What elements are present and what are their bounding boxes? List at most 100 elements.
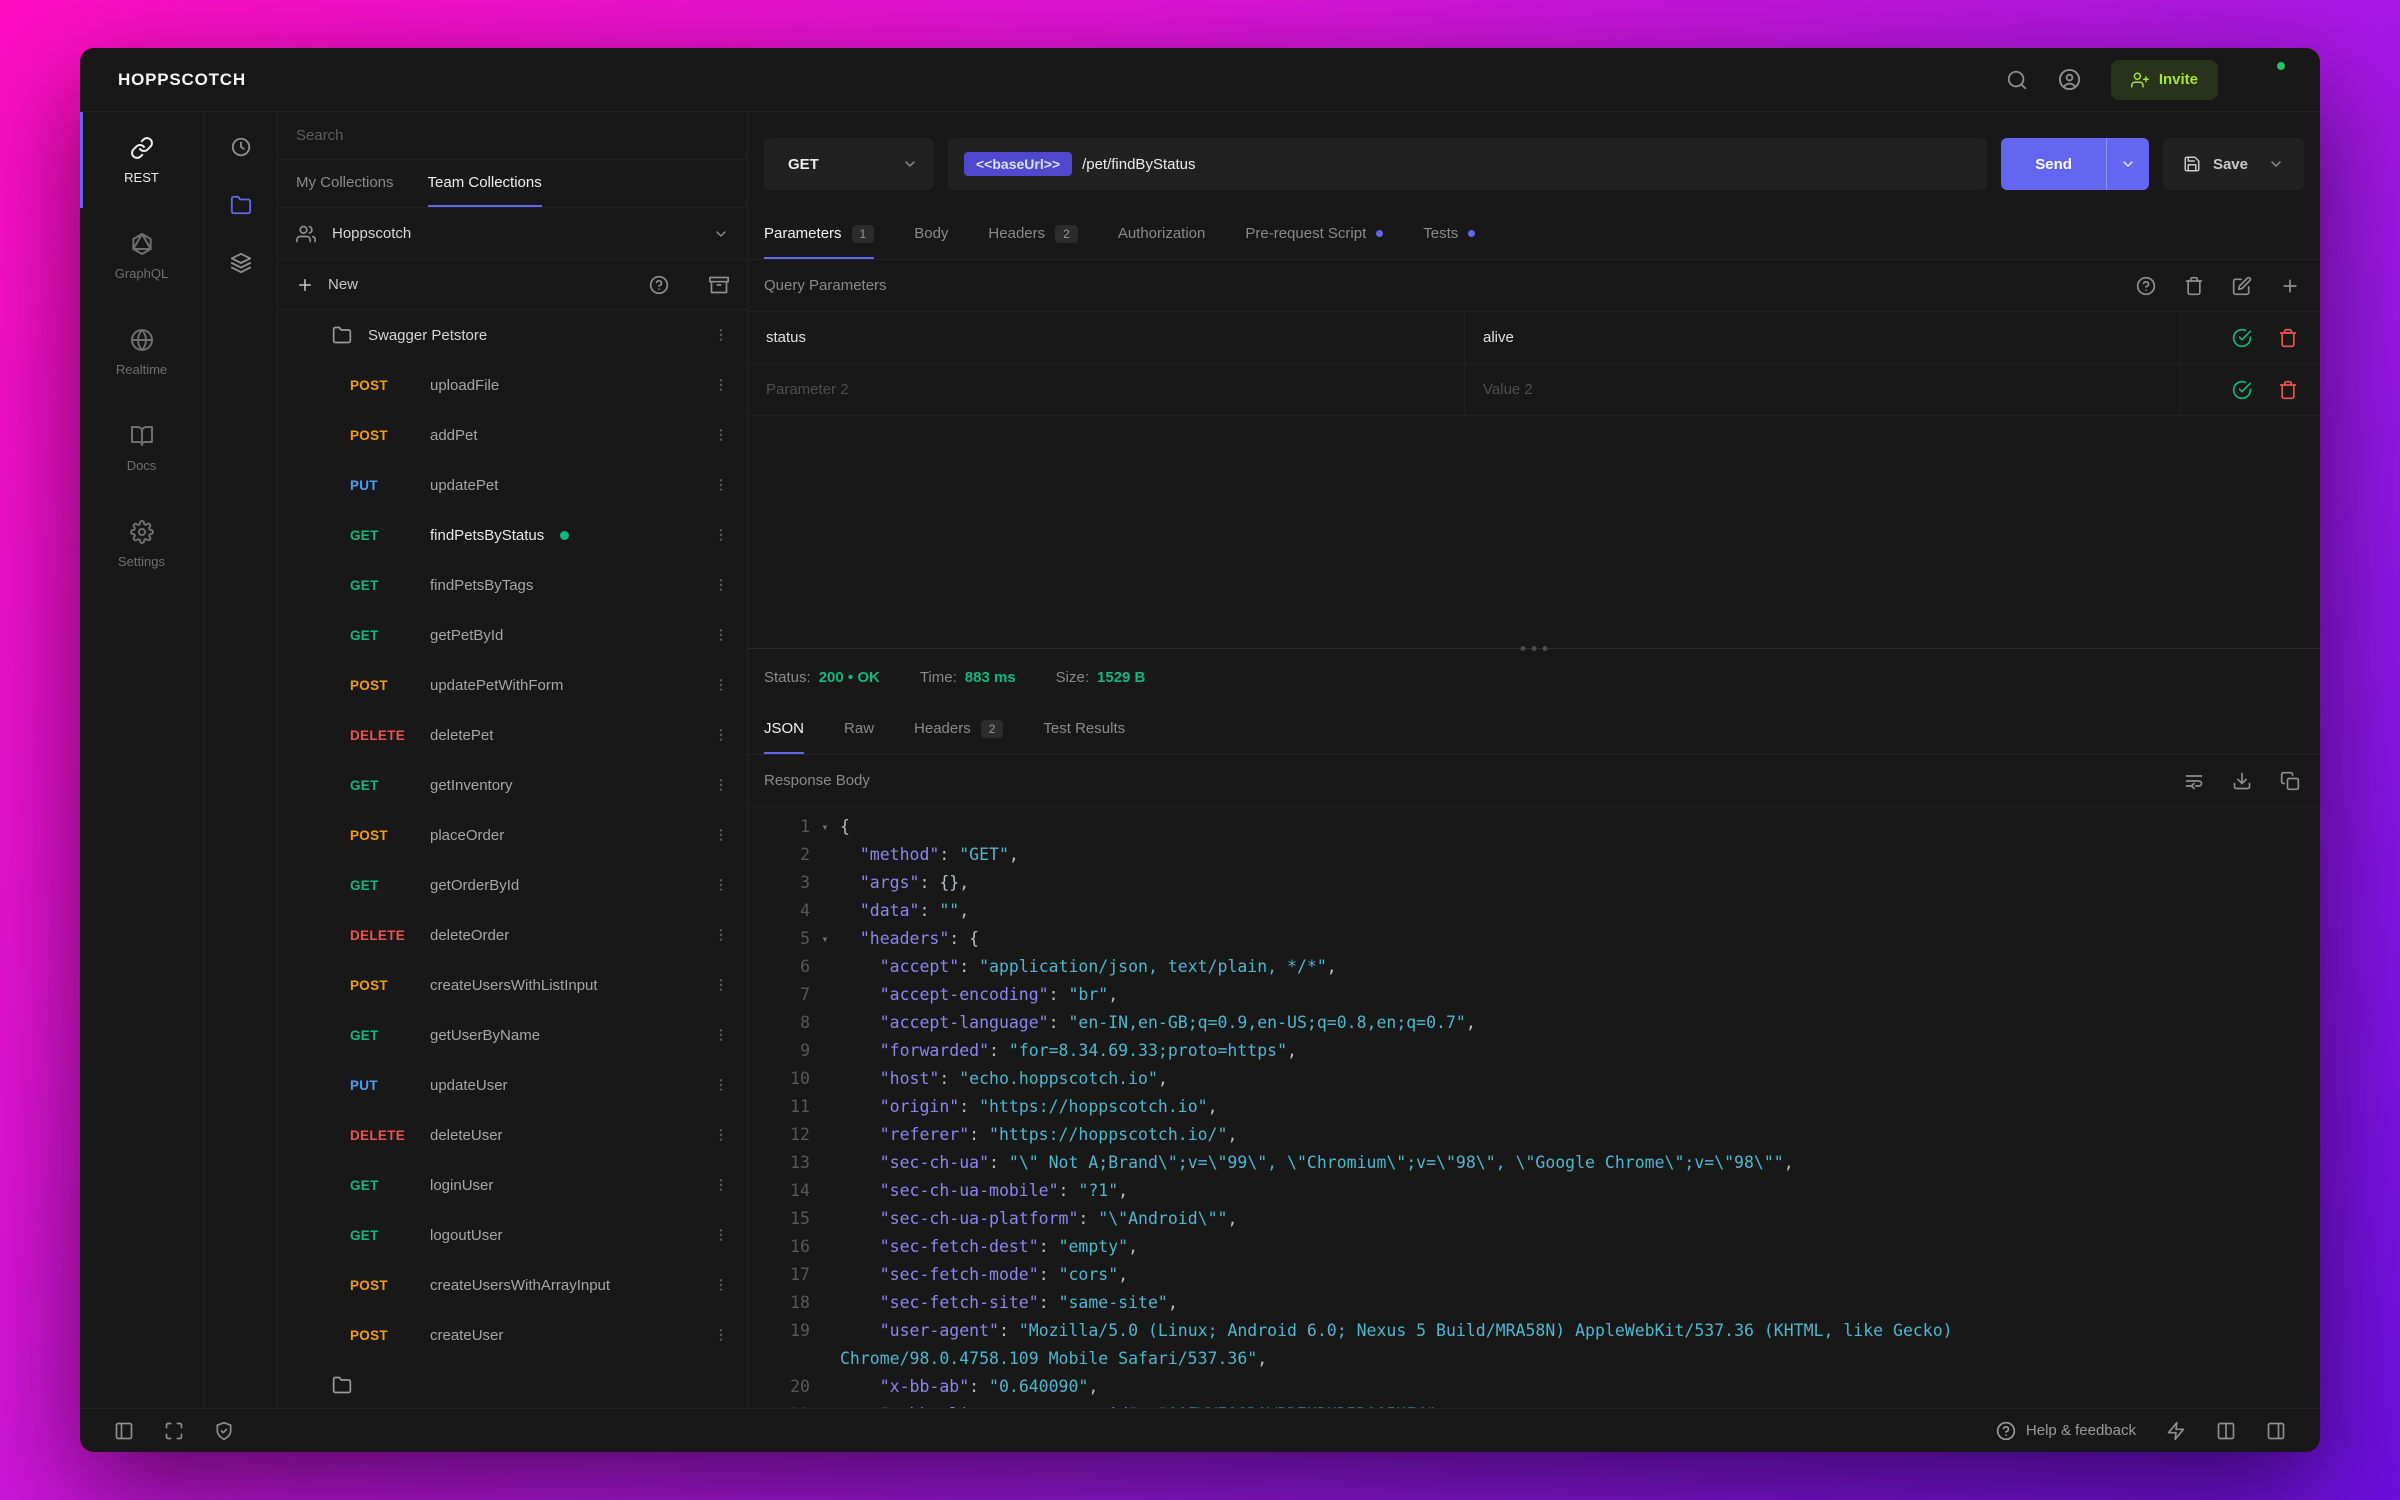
kebab-menu-icon[interactable] [713,1327,729,1343]
invite-button[interactable]: Invite [2110,59,2218,100]
kebab-menu-icon[interactable] [713,1077,729,1093]
send-options-chevron-icon[interactable] [2107,138,2149,190]
zap-icon[interactable] [2166,1421,2186,1441]
param-key-input[interactable]: status [748,312,1464,363]
param-active-check-icon[interactable] [2232,380,2252,400]
pane-resize-handle[interactable] [1520,646,1548,651]
request-item[interactable]: GET getInventory [278,760,747,810]
collections-tab[interactable]: My Collections [296,160,394,207]
request-item[interactable]: GET loginUser [278,1160,747,1210]
new-collection-button[interactable]: New [328,276,358,293]
kebab-menu-icon[interactable] [713,477,729,493]
help-circle-icon[interactable] [649,275,669,295]
tab[interactable]: Parameters 1 [764,210,875,259]
kebab-menu-icon[interactable] [713,1227,729,1243]
interceptor-shield-icon[interactable] [214,1421,234,1441]
request-item[interactable]: PUT updateUser [278,1060,747,1110]
tab[interactable]: Tests [1423,210,1476,259]
import-export-archive-icon[interactable] [709,275,729,295]
send-button[interactable]: Send [2001,138,2106,190]
sidebar-item-realtime[interactable]: Realtime [80,304,203,400]
request-item[interactable]: DELETE deleteOrder [278,910,747,960]
kebab-menu-icon[interactable] [713,1027,729,1043]
sidebar-item-settings[interactable]: Settings [80,496,203,592]
request-item[interactable]: POST createUser [278,1310,747,1360]
param-key-input[interactable]: Parameter 2 [748,364,1464,415]
sidebar-item-graphql[interactable]: GraphQL [80,208,203,304]
request-item[interactable]: GET logoutUser [278,1210,747,1260]
request-item[interactable]: GET getUserByName [278,1010,747,1060]
bulk-edit-icon[interactable] [2232,276,2252,296]
kebab-menu-icon[interactable] [713,527,729,543]
help-circle-icon[interactable] [2136,276,2156,296]
param-delete-trash-icon[interactable] [2278,380,2298,400]
param-delete-trash-icon[interactable] [2278,328,2298,348]
kebab-menu-icon[interactable] [713,977,729,993]
download-icon[interactable] [2232,771,2252,791]
clear-all-trash-icon[interactable] [2184,276,2204,296]
sidebar-item-rest[interactable]: REST [80,112,203,208]
save-button[interactable]: Save [2162,138,2304,190]
request-item[interactable]: POST addPet [278,410,747,460]
tab[interactable]: Raw [844,705,874,754]
request-item[interactable]: GET findPetsByStatus [278,510,747,560]
response-body-code[interactable]: 1 ▾ { 2 "method": "GET", 3 "args": {}, 4… [748,807,2320,1408]
account-icon[interactable] [2058,68,2081,91]
tab[interactable]: Headers 2 [988,210,1078,259]
kebab-menu-icon[interactable] [713,727,729,743]
expand-shortcuts-icon[interactable] [164,1421,184,1441]
sidebar-item-docs[interactable]: Docs [80,400,203,496]
kebab-menu-icon[interactable] [713,327,729,343]
request-item[interactable]: DELETE deletePet [278,710,747,760]
add-param-plus-icon[interactable] [2280,276,2300,296]
request-item[interactable]: POST updatePetWithForm [278,660,747,710]
tab[interactable]: Pre-request Script [1245,210,1384,259]
kebab-menu-icon[interactable] [713,877,729,893]
user-avatar[interactable] [2248,59,2287,99]
param-value-input[interactable]: Value 2 [1464,364,2180,415]
collections-tab[interactable]: Team Collections [427,160,542,207]
kebab-menu-icon[interactable] [713,1177,729,1193]
tab[interactable]: Test Results [1043,705,1125,754]
tab[interactable]: Headers 2 [914,705,1004,754]
kebab-menu-icon[interactable] [713,927,729,943]
tab[interactable]: JSON [764,705,805,754]
request-item[interactable]: POST createUsersWithArrayInput [278,1260,747,1310]
fold-arrow-icon[interactable]: ▾ [810,925,840,953]
kebab-menu-icon[interactable] [713,827,729,843]
copy-icon[interactable] [2280,771,2300,791]
method-select[interactable]: GET [764,138,934,190]
collection-folder[interactable]: Swagger Petstore [278,310,747,360]
param-value-input[interactable]: alive [1464,312,2180,363]
help-feedback-button[interactable]: Help & feedback [1996,1421,2136,1441]
toggle-sidebar-right-icon[interactable] [2266,1421,2286,1441]
fold-arrow-icon[interactable]: ▾ [810,813,840,841]
toggle-sidebar-left-icon[interactable] [114,1421,134,1441]
wrap-text-icon[interactable] [2184,771,2204,791]
kebab-menu-icon[interactable] [713,427,729,443]
collections-search-input[interactable] [296,127,729,144]
request-item[interactable]: DELETE deleteUser [278,1110,747,1160]
url-input[interactable]: <<baseUrl>> /pet/findByStatus [948,138,1988,190]
request-item[interactable]: PUT updatePet [278,460,747,510]
collection-folder-partial[interactable] [278,1360,747,1408]
request-item[interactable]: POST uploadFile [278,360,747,410]
param-active-check-icon[interactable] [2232,328,2252,348]
columns-layout-icon[interactable] [2216,1421,2236,1441]
kebab-menu-icon[interactable] [713,1277,729,1293]
kebab-menu-icon[interactable] [713,677,729,693]
search-icon[interactable] [2006,69,2028,91]
history-icon[interactable] [230,136,252,158]
kebab-menu-icon[interactable] [713,1127,729,1143]
request-item[interactable]: POST createUsersWithListInput [278,960,747,1010]
tab[interactable]: Body [914,210,948,259]
chevron-down-icon[interactable] [2268,156,2284,172]
kebab-menu-icon[interactable] [713,627,729,643]
tab[interactable]: Authorization [1118,210,1206,259]
kebab-menu-icon[interactable] [713,777,729,793]
team-selector[interactable]: Hoppscotch [278,208,747,260]
request-item[interactable]: GET findPetsByTags [278,560,747,610]
request-item[interactable]: GET getPetById [278,610,747,660]
kebab-menu-icon[interactable] [713,377,729,393]
collections-folder-icon[interactable] [230,194,252,216]
